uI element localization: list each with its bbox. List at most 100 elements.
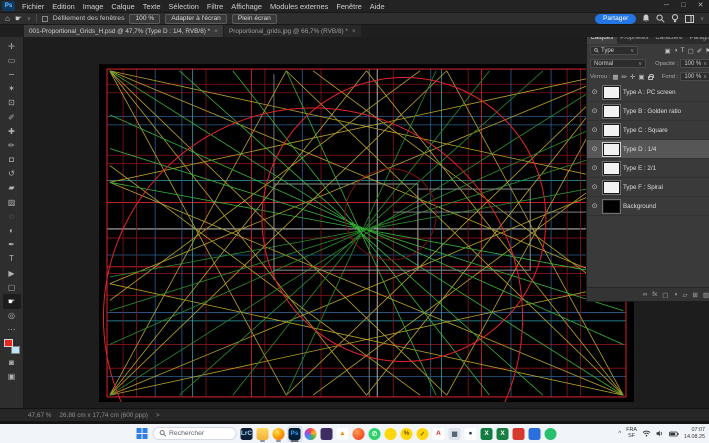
tab-close-icon[interactable]: × [352, 28, 356, 35]
tool-healing-brush[interactable]: ✚ [3, 124, 21, 138]
visibility-eye-icon[interactable]: ⊙ [589, 164, 600, 172]
new-layer-icon[interactable]: ⊞ [692, 291, 697, 299]
visibility-eye-icon[interactable]: ⊙ [589, 145, 600, 153]
taskbar-app-photos[interactable] [303, 426, 318, 442]
layer-row-type-e-2-1[interactable]: ⊙Type E : 2/1 [587, 159, 709, 178]
taskbar-app-green-circle-app[interactable] [543, 426, 558, 442]
layer-row-type-d-1-4[interactable]: ⊙Type D : 1/4 [587, 140, 709, 159]
taskbar-app-file-explorer[interactable] [255, 426, 270, 442]
visibility-eye-icon[interactable]: ⊙ [589, 202, 600, 210]
tool-lasso[interactable]: ∽ [3, 67, 21, 81]
filter-type-select[interactable]: Type ∨ [590, 46, 638, 55]
fill-select[interactable]: 100 % ∨ [680, 72, 709, 81]
adjustment-layer-icon[interactable]: ◑ [673, 291, 677, 298]
tab-calques[interactable]: Calques [587, 37, 617, 44]
delete-layer-icon[interactable]: ▥ [703, 291, 709, 299]
taskbar-app-vlc[interactable]: ▲ [335, 426, 350, 442]
lock-artboard-icon[interactable]: ▣ [638, 73, 644, 81]
menu-calque[interactable]: Calque [107, 2, 138, 11]
wifi-icon[interactable] [642, 430, 651, 437]
menu-edition[interactable]: Edition [48, 2, 79, 11]
tool-gradient[interactable]: ▨ [3, 195, 21, 209]
tool-shape[interactable]: ▢ [3, 280, 21, 294]
layer-group-icon[interactable]: ▱ [682, 291, 687, 299]
search-icon[interactable] [656, 14, 665, 23]
bell-icon[interactable] [642, 14, 650, 23]
battery-icon[interactable] [669, 431, 679, 437]
layer-row-background[interactable]: ⊙Background [587, 197, 709, 216]
taskbar-app-calculator[interactable]: ▦ [447, 426, 462, 442]
tool-quick-selection[interactable]: ✶ [3, 82, 21, 96]
opacity-select[interactable]: 100 % ∨ [680, 59, 709, 68]
taskbar-app-excel-2[interactable]: X [495, 426, 510, 442]
filter-shape-icon[interactable]: ▢ [688, 47, 694, 55]
home-icon[interactable]: ⌂ [5, 14, 10, 24]
taskbar-app-dark-circle-app[interactable]: ● [463, 426, 478, 442]
visibility-eye-icon[interactable]: ⊙ [589, 126, 600, 134]
filter-smart-icon[interactable]: ✐ [697, 47, 702, 55]
tool-zoom[interactable]: ◎ [3, 309, 21, 323]
menu-filtre[interactable]: Filtre [203, 2, 227, 11]
menu-fichier[interactable]: Fichier [18, 2, 48, 11]
visibility-eye-icon[interactable]: ⊙ [589, 107, 600, 115]
tool-edit-toolbar[interactable]: ⋯ [3, 323, 21, 337]
taskbar-app-utility-yellow-3[interactable]: ✓ [415, 426, 430, 442]
foreground-color-swatch[interactable] [4, 339, 13, 347]
minimize-button[interactable]: ─ [658, 0, 675, 12]
visibility-eye-icon[interactable]: ⊙ [589, 183, 600, 191]
taskbar-app-lightroom[interactable]: LrC [239, 426, 254, 442]
tool-eraser[interactable]: ▰ [3, 181, 21, 195]
tool-screen-mode[interactable]: ▣ [3, 369, 21, 383]
taskbar-app-firefox[interactable] [271, 426, 286, 442]
tab-proprietes[interactable]: Propriétés [617, 37, 652, 44]
fullscreen-button[interactable]: Plein écran [232, 14, 277, 24]
tool-brush[interactable]: ✏ [3, 138, 21, 152]
chevron-down-icon[interactable]: ∨ [27, 16, 31, 22]
share-button[interactable]: Partager [595, 14, 636, 24]
tool-crop[interactable]: ⊡ [3, 96, 21, 110]
layer-mask-icon[interactable]: ▢ [662, 291, 668, 299]
maximize-button[interactable]: □ [675, 0, 692, 12]
filter-adjustment-icon[interactable]: ◑ [674, 47, 678, 54]
tab-paragraphe[interactable]: Paragraphe [686, 37, 709, 44]
layer-effects-icon[interactable]: fx [652, 291, 657, 298]
taskbar-app-utility-yellow-1[interactable] [383, 426, 398, 442]
background-color-swatch[interactable] [11, 346, 20, 354]
filter-pixel-icon[interactable]: ▣ [664, 47, 670, 55]
document-tab-2[interactable]: Proportional_grids.jpg @ 66,7% (RVB/8) *… [224, 25, 361, 37]
scroll-all-windows-checkbox[interactable] [42, 16, 48, 22]
tool-pen[interactable]: ✒ [3, 238, 21, 252]
taskbar-clock[interactable]: 07:07 14.08.25 [684, 427, 705, 441]
tool-dodge[interactable]: ◐ [3, 223, 21, 237]
menu-s-lection[interactable]: Sélection [164, 2, 202, 11]
menu-fen-tre[interactable]: Fenêtre [332, 2, 365, 11]
taskbar-app-excel-1[interactable]: X [479, 426, 494, 442]
filter-type-icon[interactable]: T [681, 47, 685, 54]
close-button[interactable]: ✕ [692, 0, 709, 12]
tool-move[interactable]: ✛ [3, 39, 21, 53]
taskbar-app-orange-browser[interactable] [351, 426, 366, 442]
tool-marquee[interactable]: ▭ [3, 53, 21, 67]
layer-row-type-c-square[interactable]: ⊙Type C : Square [587, 121, 709, 140]
chevron-down-icon[interactable]: ∨ [700, 16, 704, 22]
document-tab-1[interactable]: 001-Proportional_Grids_H.psd @ 47,7% (Ty… [24, 25, 223, 37]
zoom-level[interactable]: 47,67 % [28, 412, 51, 419]
menu-texte[interactable]: Texte [139, 2, 165, 11]
hidden-icons-chevron[interactable]: ^ [618, 431, 621, 437]
canvas[interactable] [99, 64, 634, 402]
workspace-switcher-icon[interactable] [685, 15, 694, 23]
link-layers-icon[interactable]: ∞ [643, 291, 648, 298]
language-indicator[interactable]: FRA SF [626, 428, 637, 440]
tool-hand[interactable]: ☛ [3, 294, 21, 308]
status-chevron-icon[interactable]: > [156, 412, 160, 419]
start-button[interactable] [134, 426, 149, 441]
zoom-100-button[interactable]: 100 % [129, 14, 160, 24]
lock-position-icon[interactable]: ✛ [630, 73, 635, 81]
taskbar-app-utility-yellow-2[interactable]: % [399, 426, 414, 442]
lock-all-icon[interactable] [648, 76, 653, 80]
taskbar-app-purple-app[interactable] [319, 426, 334, 442]
taskbar-app-whatsapp[interactable]: ✆ [367, 426, 382, 442]
tool-path-selection[interactable]: ▶ [3, 266, 21, 280]
lock-transparency-icon[interactable]: ▦ [612, 73, 618, 81]
tool-history-brush[interactable]: ↺ [3, 167, 21, 181]
